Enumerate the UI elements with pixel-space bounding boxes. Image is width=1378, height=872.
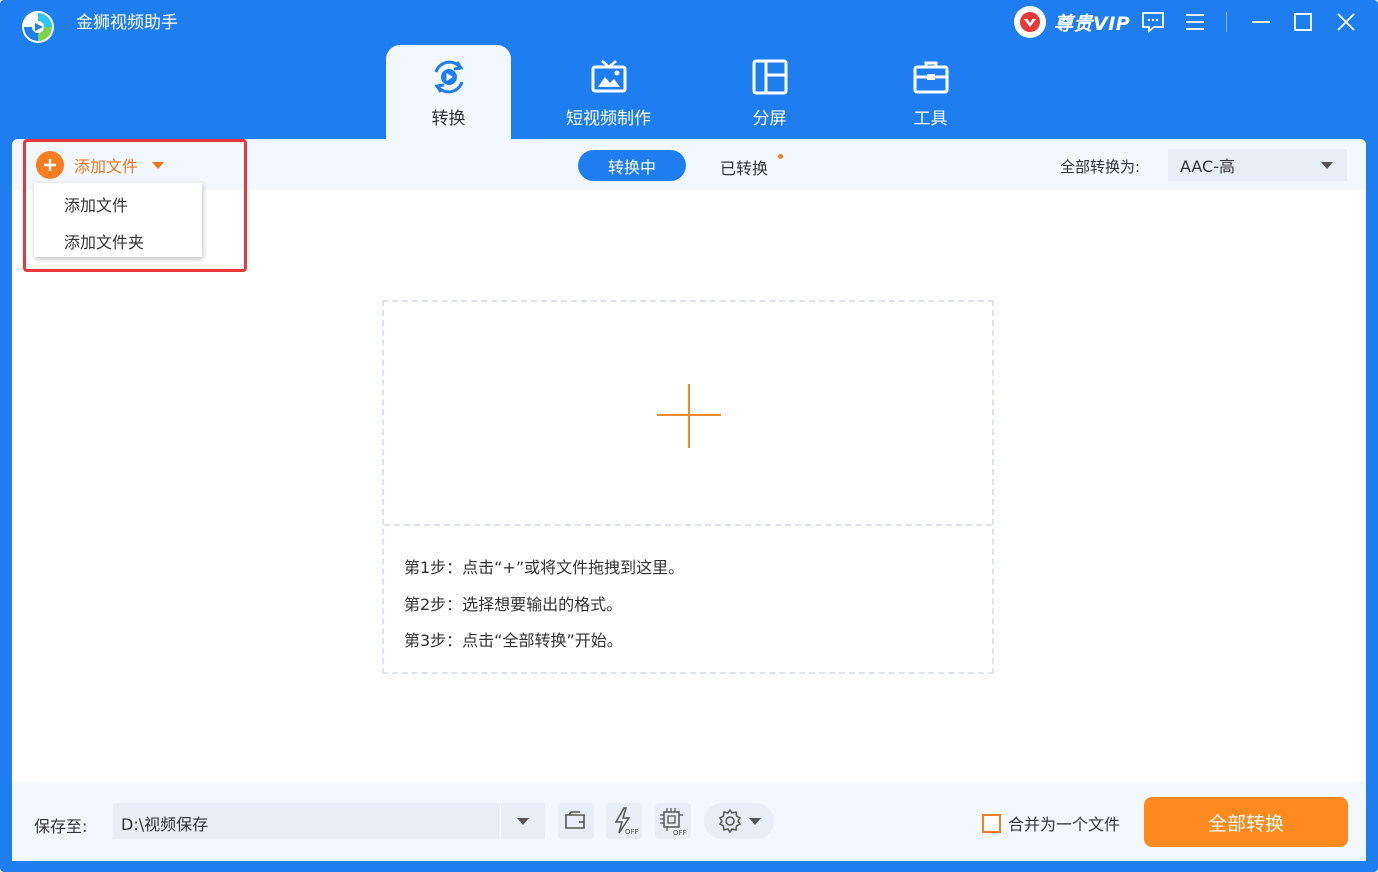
highlight-box — [23, 139, 247, 272]
new-dot-badge — [778, 154, 783, 159]
tab-convert[interactable]: 转换 — [386, 45, 511, 139]
tab-split-screen-label: 分屏 — [752, 109, 787, 129]
drop-zone-divider — [384, 524, 992, 526]
minimize-icon[interactable] — [1246, 8, 1276, 36]
bottom-bar: 保存至: D:\视频保存 OFF OFF 合并为一个文件 全部转换 — [12, 782, 1366, 861]
settings-button[interactable] — [704, 803, 774, 839]
step-3-text: 第3步：点击“全部转换”开始。 — [404, 631, 623, 650]
gpu-accel-toggle[interactable]: OFF — [655, 803, 691, 839]
output-format-value: AAC-高 — [1180, 157, 1236, 176]
app-window: 金狮视频助手 尊贵VIP 转换 短视频制作 分屏 工具 添加文件 转换中 已转换… — [0, 0, 1378, 872]
tab-converted[interactable]: 已转换 — [720, 155, 768, 179]
merge-checkbox[interactable]: 合并为一个文件 — [982, 811, 1120, 835]
tab-short-video[interactable]: 短视频制作 — [546, 45, 671, 139]
title-divider — [1226, 12, 1227, 32]
chevron-down-icon — [1321, 162, 1333, 169]
output-format-select[interactable]: AAC-高 — [1168, 149, 1347, 181]
convert-icon — [429, 57, 469, 97]
chevron-down-icon[interactable] — [517, 818, 529, 825]
toolbox-icon — [911, 57, 951, 97]
open-folder-button[interactable] — [558, 803, 594, 839]
lightning-off-icon: OFF — [614, 807, 638, 836]
convert-all-to-label: 全部转换为: — [1060, 158, 1141, 176]
split-screen-icon — [750, 57, 790, 97]
tab-short-video-label: 短视频制作 — [566, 109, 651, 129]
svg-text:OFF: OFF — [625, 828, 638, 836]
tab-tools-label: 工具 — [913, 109, 948, 129]
save-path-field[interactable]: D:\视频保存 — [113, 803, 545, 839]
svg-text:OFF: OFF — [673, 829, 687, 836]
app-title: 金狮视频助手 — [76, 13, 178, 33]
menu-icon[interactable] — [1180, 8, 1210, 36]
tv-icon — [589, 57, 629, 97]
vip-icon — [1014, 6, 1046, 38]
add-plus-icon-vertical — [688, 384, 690, 448]
file-drop-zone[interactable]: 第1步：点击“+”或将文件拖拽到这里。 第2步：选择想要输出的格式。 第3步：点… — [382, 300, 994, 674]
save-to-label: 保存至: — [34, 817, 88, 836]
chip-off-icon: OFF — [660, 808, 687, 836]
vip-label: 尊贵VIP — [1054, 12, 1131, 35]
path-divider — [500, 803, 501, 839]
feedback-icon[interactable] — [1138, 8, 1168, 36]
tab-converting[interactable]: 转换中 — [578, 150, 686, 181]
gear-icon — [718, 808, 742, 834]
merge-label: 合并为一个文件 — [1008, 815, 1121, 834]
tab-convert-label: 转换 — [431, 109, 466, 129]
tab-split-screen[interactable]: 分屏 — [707, 45, 832, 139]
checkbox-icon[interactable] — [982, 813, 1001, 833]
main-content: 添加文件 转换中 已转换 全部转换为: AAC-高 添加文件 添加文件夹 第1步… — [12, 139, 1366, 861]
step-1-text: 第1步：点击“+”或将文件拖拽到这里。 — [404, 558, 685, 577]
chevron-down-icon — [749, 817, 761, 825]
step-2-text: 第2步：选择想要输出的格式。 — [404, 595, 623, 614]
maximize-icon[interactable] — [1288, 8, 1318, 36]
app-logo — [20, 9, 56, 45]
hardware-accel-toggle[interactable]: OFF — [606, 803, 642, 839]
convert-all-button[interactable]: 全部转换 — [1144, 797, 1348, 847]
close-icon[interactable] — [1331, 8, 1361, 36]
vip-button[interactable]: 尊贵VIP — [1014, 6, 1130, 38]
folder-icon — [565, 811, 585, 829]
save-path-value: D:\视频保存 — [121, 815, 209, 834]
tab-tools[interactable]: 工具 — [868, 45, 993, 139]
